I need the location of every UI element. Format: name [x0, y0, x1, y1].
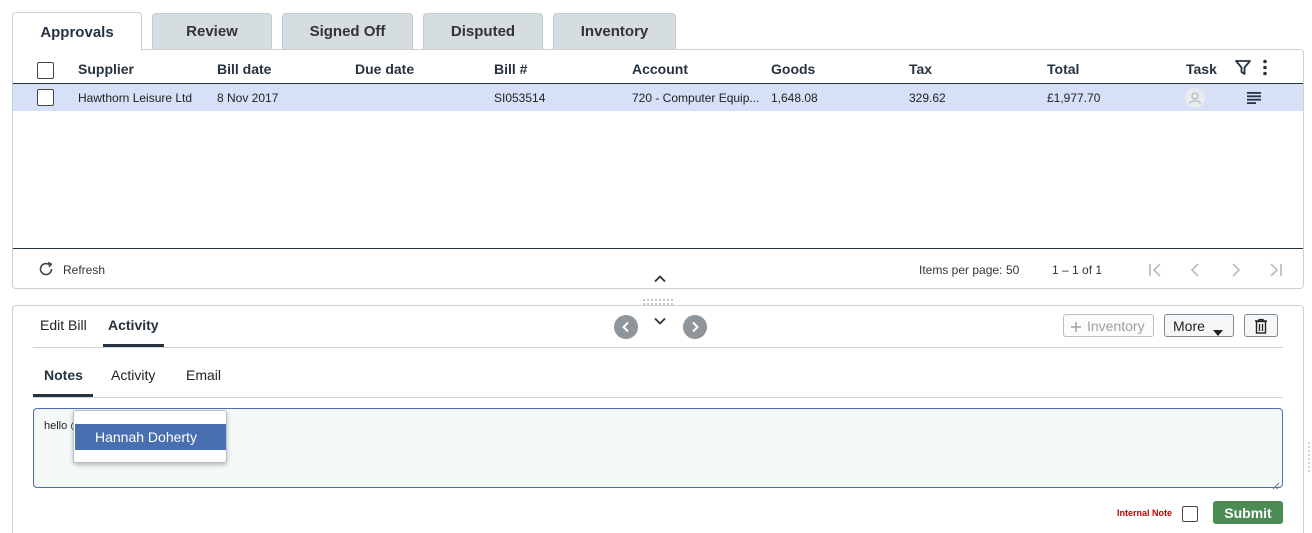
column-due-date[interactable]: Due date [355, 61, 414, 77]
cell-goods: 1,648.08 [771, 91, 818, 105]
filter-icon[interactable] [1235, 59, 1251, 76]
submit-button[interactable]: Submit [1213, 501, 1283, 524]
plus-icon [1070, 320, 1082, 332]
more-vert-icon[interactable] [1261, 59, 1269, 76]
row-checkbox[interactable] [37, 89, 54, 106]
chevron-down-icon[interactable] [653, 313, 667, 325]
subtab-notes[interactable]: Notes [44, 367, 83, 383]
chevron-up-icon[interactable] [653, 270, 667, 283]
user-avatar-icon[interactable] [1185, 88, 1205, 108]
tab-inventory[interactable]: Inventory [553, 13, 676, 49]
cell-bill-number: SI053514 [494, 91, 546, 105]
tab-review[interactable]: Review [152, 13, 272, 49]
tab-disputed[interactable]: Disputed [423, 13, 543, 49]
panel-splitter-handle[interactable] [642, 293, 674, 305]
column-task[interactable]: Task [1186, 61, 1217, 77]
more-button[interactable]: More [1164, 314, 1234, 337]
bill-detail-panel: Edit Bill Activity Inventory More Notes … [12, 305, 1304, 533]
cell-bill-date: 8 Nov 2017 [217, 91, 279, 105]
tab-approvals[interactable]: Approvals [12, 12, 142, 51]
trash-icon [1254, 318, 1268, 334]
inventory-button[interactable]: Inventory [1063, 314, 1154, 337]
divider [33, 347, 1283, 348]
grid-header: Supplier Bill date Due date Bill # Accou… [13, 50, 1303, 84]
previous-bill-button[interactable] [614, 315, 638, 339]
column-bill-number[interactable]: Bill # [494, 61, 527, 77]
tab-signed-off[interactable]: Signed Off [282, 13, 413, 49]
column-bill-date[interactable]: Bill date [217, 61, 271, 77]
more-button-label: More [1173, 317, 1205, 334]
grid-footer: Refresh Items per page: 50 1 – 1 of 1 [13, 248, 1303, 289]
column-total[interactable]: Total [1047, 61, 1079, 77]
cell-total: £1,977.70 [1047, 91, 1101, 105]
items-per-page-label: Items per page: [919, 263, 1003, 277]
cell-tax: 329.62 [909, 91, 946, 105]
tab-activity[interactable]: Activity [108, 317, 159, 333]
mention-dropdown: Hannah Doherty [73, 410, 227, 463]
page-range: 1 – 1 of 1 [1052, 263, 1103, 277]
column-account[interactable]: Account [632, 61, 688, 77]
last-page-icon[interactable] [1265, 261, 1285, 279]
delete-button[interactable] [1244, 314, 1278, 337]
chevron-left-icon [622, 321, 629, 333]
subtab-email[interactable]: Email [186, 367, 221, 383]
chevron-right-icon [692, 321, 699, 333]
internal-note-checkbox[interactable] [1182, 506, 1198, 522]
subtab-activity[interactable]: Activity [111, 367, 155, 383]
column-supplier[interactable]: Supplier [78, 61, 134, 77]
bills-grid: Supplier Bill date Due date Bill # Accou… [12, 49, 1304, 289]
task-notes-icon[interactable] [1247, 91, 1261, 104]
table-row[interactable]: Hawthorn Leisure Ltd 8 Nov 2017 SI053514… [13, 84, 1303, 111]
first-page-icon[interactable] [1146, 261, 1166, 279]
internal-note-label: Internal Note [1117, 508, 1173, 518]
resize-grip-icon[interactable] [1272, 477, 1280, 490]
items-per-page-select[interactable]: 50 [1006, 263, 1019, 277]
caret-down-icon [1212, 323, 1223, 336]
column-tax[interactable]: Tax [909, 61, 932, 77]
subtab-divider [33, 397, 1283, 398]
next-page-icon[interactable] [1226, 261, 1246, 279]
next-bill-button[interactable] [683, 315, 707, 339]
cell-account: 720 - Computer Equip... [632, 91, 760, 105]
refresh-button[interactable]: Refresh [63, 263, 105, 277]
mention-option[interactable]: Hannah Doherty [75, 424, 226, 450]
side-resize-handle[interactable] [1307, 440, 1311, 476]
cell-supplier: Hawthorn Leisure Ltd [78, 91, 193, 105]
column-goods[interactable]: Goods [771, 61, 815, 77]
tab-edit-bill[interactable]: Edit Bill [40, 317, 87, 333]
select-all-checkbox[interactable] [37, 62, 54, 79]
inventory-button-label: Inventory [1087, 317, 1145, 334]
refresh-icon[interactable] [38, 261, 54, 277]
prev-page-icon[interactable] [1185, 261, 1205, 279]
